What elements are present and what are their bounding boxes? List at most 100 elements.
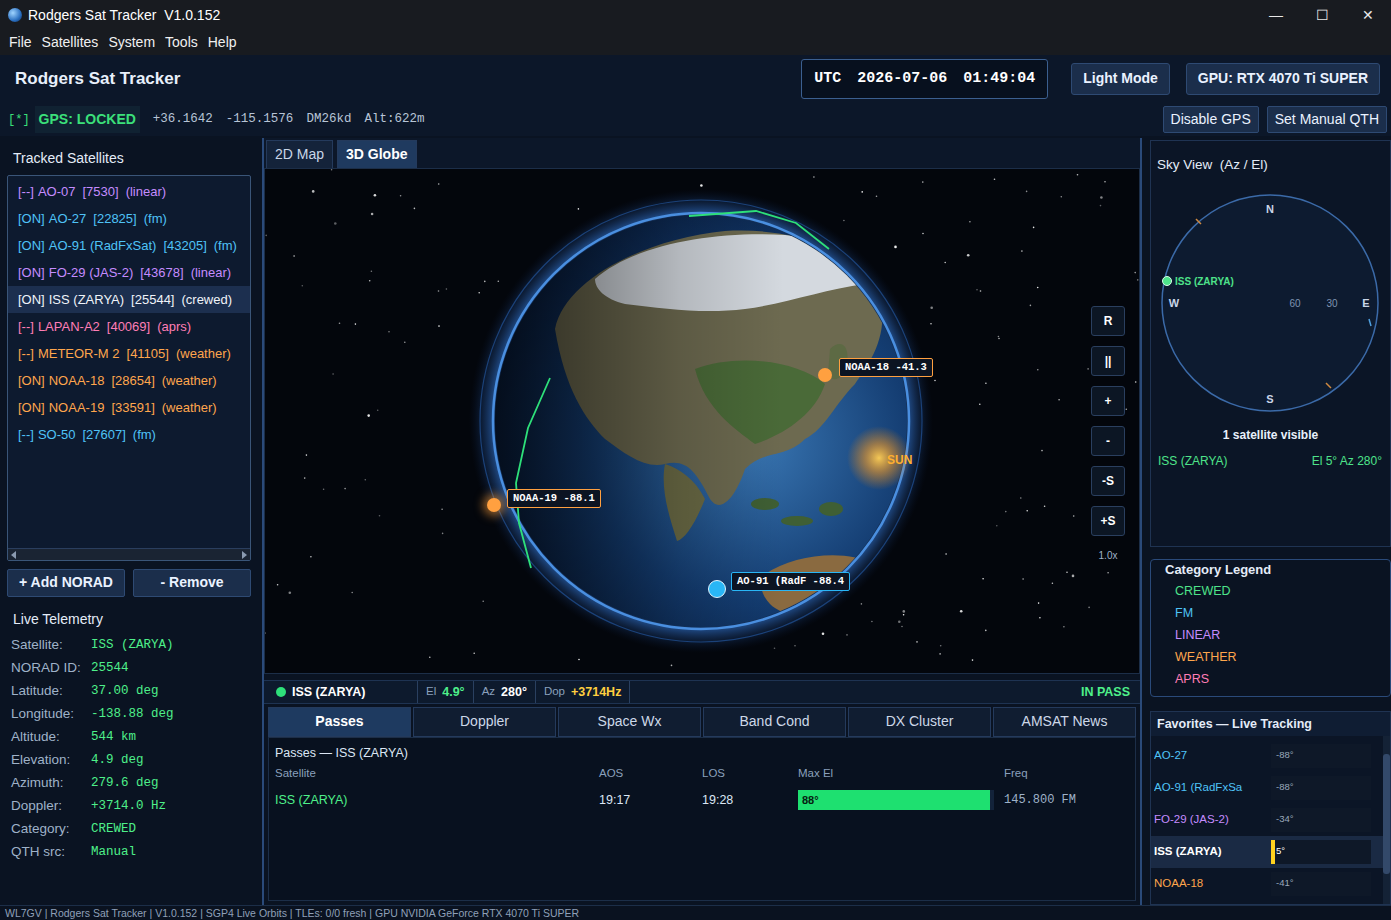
window-title: Rodgers Sat Tracker V1.0.152 — [22, 5, 220, 26]
satellite-item[interactable]: [ON]AO-91 (RadFxSat)[43205](fm) — [8, 232, 250, 259]
gpu-button[interactable]: GPU: RTX 4070 Ti SUPER — [1186, 63, 1380, 95]
satellite-item[interactable]: [ON]NOAA-18[28654](weather) — [8, 367, 250, 394]
pass-row[interactable]: ISS (ZARYA)19:1719:2888°145.800 FM — [275, 790, 1129, 810]
atmosphere-ring — [493, 213, 909, 629]
menu-item[interactable]: Satellites — [37, 30, 104, 55]
satellite-label: [--]LAPAN-A2[40069](aprs) — [18, 317, 191, 337]
favorite-item[interactable]: AO-91 (RadFxSa-88° — [1151, 772, 1383, 804]
star — [446, 288, 448, 290]
star — [1030, 305, 1032, 307]
satellite-name: SO-50 — [38, 425, 76, 445]
doppler-value: +3714Hz — [571, 683, 621, 702]
elevation-fill — [1271, 840, 1275, 864]
star — [945, 553, 947, 555]
info-tab[interactable]: Doppler — [413, 707, 556, 737]
menu-item[interactable]: File — [4, 30, 37, 55]
satellite-item[interactable]: [--]AO-07[7530](linear) — [8, 178, 250, 205]
star — [922, 181, 924, 183]
star — [980, 290, 982, 292]
satellite-state: [ON] — [18, 290, 45, 310]
favorite-item[interactable]: ISS (ZARYA)5° — [1151, 836, 1383, 868]
minimize-button[interactable]: — — [1253, 0, 1299, 30]
view-tab[interactable]: 3D Globe — [337, 140, 416, 168]
manual-qth-button[interactable]: Set Manual QTH — [1267, 106, 1387, 134]
horizontal-scrollbar[interactable] — [8, 548, 250, 560]
pass-frequency: 145.800 FM — [1004, 791, 1129, 809]
telemetry-label: Satellite: — [7, 635, 91, 655]
satellite-item[interactable]: [--]SO-50[27607](fm) — [8, 421, 250, 448]
star — [339, 322, 341, 324]
satellite-marker[interactable] — [487, 498, 501, 512]
satellite-marker[interactable] — [818, 368, 832, 382]
satellite-category: (crewed) — [181, 290, 232, 310]
vertical-scrollbar[interactable] — [1383, 736, 1390, 905]
close-button[interactable]: ✕ — [1345, 0, 1391, 30]
elevation-reading: -34° — [1271, 812, 1294, 826]
menu-item[interactable]: System — [103, 30, 160, 55]
column-header: Freq — [1004, 765, 1129, 782]
sky-satellite-dot — [1163, 277, 1172, 286]
satellite-item[interactable]: [ON]AO-27[22825](fm) — [8, 205, 250, 232]
satellite-marker-label: NOAA-19 -88.1 — [507, 489, 601, 508]
satellite-item[interactable]: [--]METEOR-M 2[41105](weather) — [8, 340, 250, 367]
zoom-in-button[interactable]: + — [1091, 386, 1125, 416]
pause-button[interactable]: || — [1091, 346, 1125, 376]
star — [1087, 368, 1089, 370]
scroll-left-icon[interactable] — [11, 551, 16, 559]
app-icon — [8, 8, 22, 22]
view-tab[interactable]: 2D Map — [266, 140, 333, 168]
scroll-right-icon[interactable] — [242, 551, 247, 559]
star — [1077, 174, 1079, 176]
remove-button[interactable]: - Remove — [133, 569, 251, 597]
star — [1100, 205, 1102, 207]
add-norad-button[interactable]: + Add NORAD — [7, 569, 125, 597]
info-tab[interactable]: DX Cluster — [848, 707, 991, 737]
satellite-norad: [25544] — [131, 290, 174, 310]
favorite-item[interactable]: NOAA-18-41° — [1151, 868, 1383, 900]
visible-name: ISS (ZARYA) — [1158, 452, 1228, 470]
scroll-thumb[interactable] — [1383, 754, 1390, 874]
favorite-item[interactable]: AO-27-88° — [1151, 740, 1383, 772]
satellite-category: (fm) — [144, 209, 167, 229]
star — [1052, 583, 1054, 585]
slower-button[interactable]: -S — [1091, 466, 1125, 496]
satellite-name: LAPAN-A2 — [38, 317, 100, 337]
faster-button[interactable]: +S — [1091, 506, 1125, 536]
satellite-item[interactable]: [ON]NOAA-19[33591](weather) — [8, 394, 250, 421]
reset-view-button[interactable]: R — [1091, 306, 1125, 336]
visible-satellite[interactable]: ISS (ZARYA)El 5° Az 280° — [1151, 452, 1390, 470]
star — [371, 271, 373, 273]
satellite-norad: [40069] — [107, 317, 150, 337]
sky-plot: NESW6030ISS (ZARYA) — [1155, 188, 1385, 418]
star — [1039, 617, 1041, 619]
satellite-item[interactable]: [ON]FO-29 (JAS-2)[43678](linear) — [8, 259, 250, 286]
gps-bar: [*]GPS: LOCKED+36.1642-115.1576DM26kdAlt… — [0, 103, 1391, 136]
satellite-marker[interactable] — [708, 580, 726, 598]
info-tab[interactable]: Passes — [268, 707, 411, 737]
info-tab[interactable]: Space Wx — [558, 707, 701, 737]
star — [334, 222, 337, 225]
satellite-list: [--]AO-07[7530](linear) [ON]AO-27[22825](… — [7, 175, 251, 561]
disable-gps-button[interactable]: Disable GPS — [1163, 106, 1259, 134]
globe-view[interactable]: NOAA-18 -41.3NOAA-19 -88.1AO-91 (RadF -8… — [264, 168, 1140, 674]
star — [1135, 381, 1137, 383]
satellite-item[interactable]: [ON]ISS (ZARYA)[25544](crewed) — [8, 286, 250, 313]
menu-item[interactable]: Tools — [160, 30, 203, 55]
telemetry-label: Longitude: — [7, 704, 91, 724]
compass-label: S — [1266, 393, 1273, 405]
info-tab[interactable]: AMSAT News — [993, 707, 1136, 737]
satellite-category: (aprs) — [157, 317, 191, 337]
star — [1021, 250, 1023, 252]
gps-grid: DM26kd — [306, 110, 351, 129]
star — [438, 290, 440, 292]
info-tab[interactable]: Band Cond — [703, 707, 846, 737]
favorite-item[interactable]: FO-29 (JAS-2)-34° — [1151, 804, 1383, 836]
satellite-label: [--]AO-07[7530](linear) — [18, 182, 166, 202]
menu-item[interactable]: Help — [203, 30, 242, 55]
telemetry-label: Category: — [7, 819, 91, 839]
maximize-button[interactable]: ☐ — [1299, 0, 1345, 30]
light-mode-button[interactable]: Light Mode — [1071, 63, 1170, 95]
satellite-item[interactable]: [--]LAPAN-A2[40069](aprs) — [8, 313, 250, 340]
compass-label: N — [1266, 203, 1274, 215]
zoom-out-button[interactable]: - — [1091, 426, 1125, 456]
